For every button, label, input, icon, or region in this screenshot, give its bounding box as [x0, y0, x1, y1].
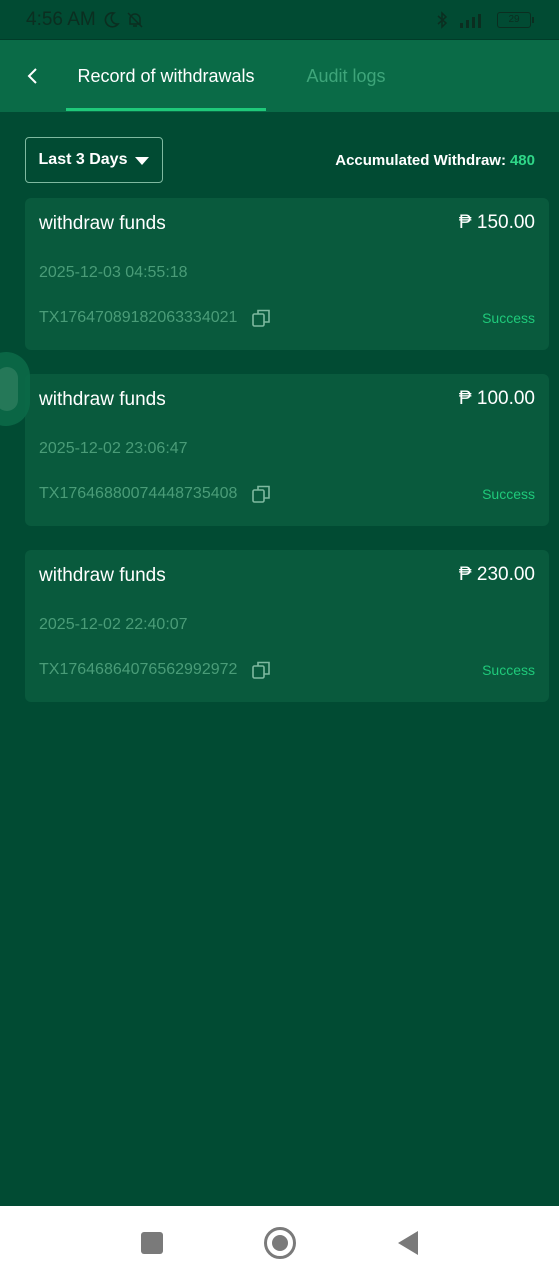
status-badge: Success: [482, 486, 535, 502]
record-amount: ₱ 230.00: [458, 564, 535, 585]
record-transaction: TX17646864076562992972: [39, 660, 271, 680]
home-circle-icon: [263, 1227, 296, 1259]
record-transaction: TX17647089182063334021: [39, 308, 271, 328]
record-tx-id: TX17647089182063334021: [39, 309, 238, 326]
home-button[interactable]: [216, 1206, 344, 1280]
copy-icon[interactable]: [251, 308, 271, 328]
recents-button[interactable]: [88, 1206, 216, 1280]
date-range-dropdown[interactable]: Last 3 Days: [25, 137, 163, 183]
date-range-label: Last 3 Days: [38, 151, 128, 168]
record-amount: ₱ 100.00: [458, 388, 535, 409]
bluetooth-icon: [435, 10, 449, 29]
withdrawal-list: withdraw funds ₱ 150.00 2025-12-03 04:55…: [25, 198, 549, 726]
status-badge: Success: [482, 662, 535, 678]
system-nav-bar: [0, 1206, 559, 1280]
header: Record of withdrawals Audit logs: [0, 40, 559, 112]
status-right: 29: [435, 10, 534, 29]
record-datetime: 2025-12-03 04:55:18: [39, 264, 188, 281]
tab-record-of-withdrawals[interactable]: Record of withdrawals: [66, 40, 266, 112]
filter-row: Last 3 Days Accumulated Withdraw: 480: [25, 137, 535, 183]
status-badge: Success: [482, 310, 535, 326]
status-left: 4:56 AM: [26, 9, 144, 31]
tab-audit-logs[interactable]: Audit logs: [266, 40, 426, 112]
caret-down-icon: [135, 157, 150, 165]
record-datetime: 2025-12-02 22:40:07: [39, 616, 188, 633]
record-transaction: TX17646880074448735408: [39, 484, 271, 504]
moon-icon: [102, 11, 120, 29]
battery-icon: 29: [497, 11, 534, 28]
withdrawal-record[interactable]: withdraw funds ₱ 150.00 2025-12-03 04:55…: [25, 198, 549, 350]
edge-handle-dot: [0, 367, 18, 411]
record-tx-id: TX17646864076562992972: [39, 661, 238, 678]
record-title: withdraw funds: [39, 565, 166, 586]
triangle-back-icon: [397, 1231, 418, 1255]
back-button[interactable]: [0, 40, 66, 112]
copy-icon[interactable]: [251, 484, 271, 504]
record-tx-id: TX17646880074448735408: [39, 485, 238, 502]
record-title: withdraw funds: [39, 213, 166, 234]
accumulated-value: 480: [509, 151, 535, 169]
signal-icon: [456, 11, 490, 29]
floating-edge-handle[interactable]: [0, 352, 30, 426]
copy-icon[interactable]: [251, 660, 271, 680]
record-datetime: 2025-12-02 23:06:47: [39, 440, 188, 457]
accumulated-withdraw: Accumulated Withdraw: 480: [335, 152, 535, 169]
withdrawal-record[interactable]: withdraw funds ₱ 100.00 2025-12-02 23:06…: [25, 374, 549, 526]
accumulated-label: Accumulated Withdraw:: [335, 151, 506, 169]
status-bar: 4:56 AM 29: [0, 0, 559, 40]
status-time: 4:56 AM: [26, 8, 96, 30]
withdrawal-record[interactable]: withdraw funds ₱ 230.00 2025-12-02 22:40…: [25, 550, 549, 702]
square-icon: [140, 1232, 163, 1254]
record-title: withdraw funds: [39, 389, 166, 410]
back-nav-button[interactable]: [344, 1206, 472, 1280]
record-amount: ₱ 150.00: [458, 212, 535, 233]
chevron-left-icon: [27, 68, 37, 84]
bell-muted-icon: [126, 11, 144, 29]
